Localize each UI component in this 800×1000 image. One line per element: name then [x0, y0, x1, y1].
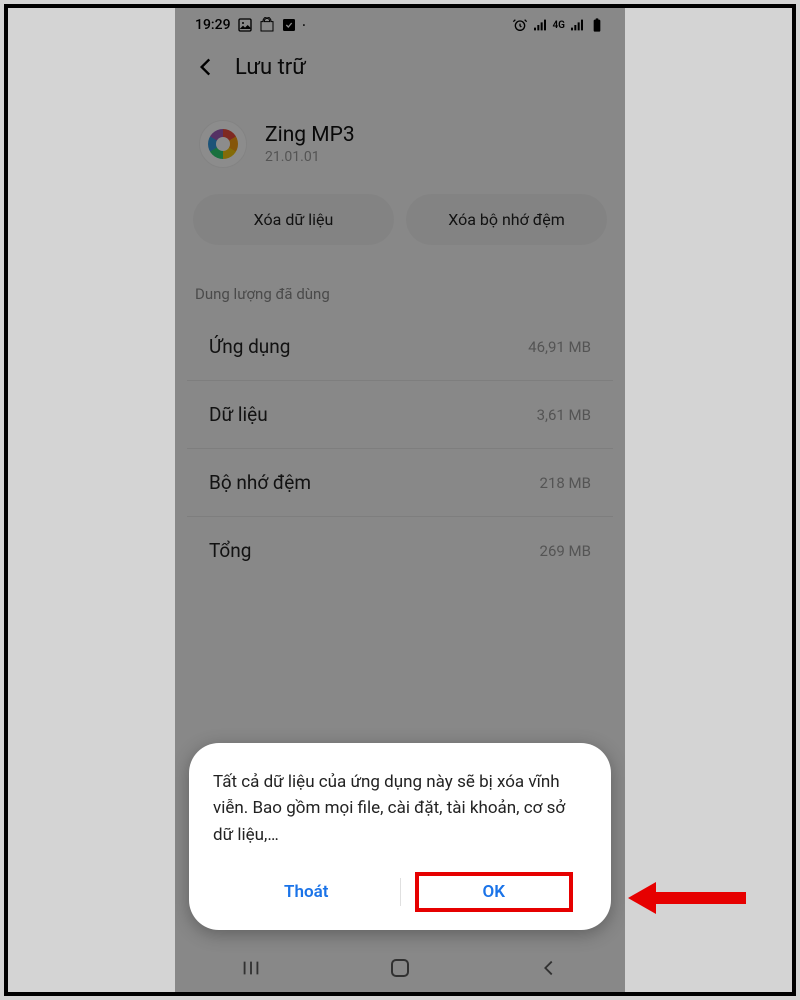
- annotation-arrow: [628, 878, 748, 918]
- dialog-cancel-button[interactable]: Thoát: [213, 868, 400, 916]
- clear-cache-button[interactable]: Xóa bộ nhớ đệm: [406, 194, 607, 245]
- storage-row: Dữ liệu 3,61 MB: [187, 381, 613, 449]
- home-icon[interactable]: [391, 959, 409, 977]
- battery-icon: [589, 17, 605, 33]
- storage-row: Bộ nhớ đệm 218 MB: [187, 449, 613, 517]
- status-time: 19:29: [195, 17, 231, 33]
- recents-icon[interactable]: [240, 957, 262, 979]
- checkbox-icon: [281, 17, 297, 33]
- gallery-icon: [237, 17, 253, 33]
- clear-data-button[interactable]: Xóa dữ liệu: [193, 194, 394, 245]
- app-version: 21.01.01: [265, 149, 355, 165]
- section-label: Dung lượng đã dùng: [175, 269, 625, 313]
- alarm-icon: [512, 17, 528, 33]
- confirm-dialog: Tất cả dữ liệu của ứng dụng này sẽ bị xó…: [189, 743, 611, 930]
- status-dot: •: [303, 21, 306, 30]
- row-label: Bộ nhớ đệm: [209, 471, 311, 494]
- navigation-bar: [175, 944, 625, 992]
- storage-row: Tổng 269 MB: [187, 517, 613, 584]
- row-label: Ứng dụng: [209, 335, 290, 358]
- nav-back-icon[interactable]: [538, 957, 560, 979]
- phone-screen: 19:29 • 4G Lưu trữ Zing MP3 21.01.0: [175, 8, 625, 992]
- row-label: Tổng: [209, 539, 251, 562]
- signal-icon: [532, 17, 548, 33]
- ok-highlight-box: [415, 872, 574, 912]
- row-value: 218 MB: [540, 474, 591, 492]
- action-buttons: Xóa dữ liệu Xóa bộ nhớ đệm: [175, 194, 625, 269]
- dialog-ok-button[interactable]: OK: [401, 868, 588, 916]
- network-4g: 4G: [552, 20, 565, 31]
- row-value: 3,61 MB: [537, 406, 591, 424]
- signal2-icon: [569, 17, 585, 33]
- storage-row: Ứng dụng 46,91 MB: [187, 313, 613, 381]
- app-info: Zing MP3 21.01.01: [175, 92, 625, 194]
- row-value: 46,91 MB: [528, 338, 591, 356]
- back-icon[interactable]: [193, 54, 219, 80]
- app-name: Zing MP3: [265, 123, 355, 147]
- page-title: Lưu trữ: [235, 55, 306, 80]
- header: Lưu trữ: [175, 42, 625, 92]
- shopping-bag-icon: [259, 17, 275, 33]
- dialog-actions: Thoát OK: [213, 868, 587, 916]
- row-value: 269 MB: [540, 542, 591, 560]
- app-icon: [199, 120, 247, 168]
- status-bar: 19:29 • 4G: [175, 8, 625, 42]
- row-label: Dữ liệu: [209, 403, 268, 426]
- dialog-message: Tất cả dữ liệu của ứng dụng này sẽ bị xó…: [213, 769, 587, 848]
- storage-card: Ứng dụng 46,91 MB Dữ liệu 3,61 MB Bộ nhớ…: [187, 313, 613, 584]
